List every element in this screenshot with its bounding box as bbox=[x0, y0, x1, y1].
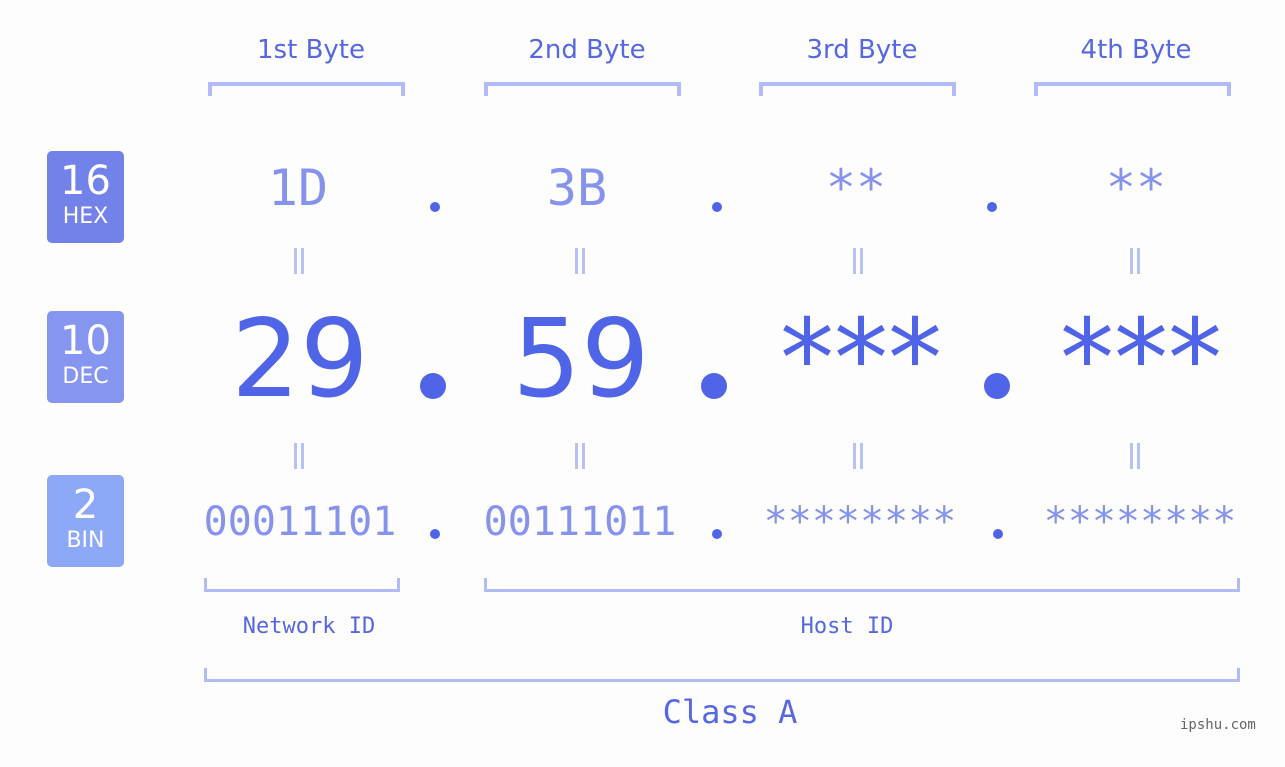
hex-dot-3 bbox=[987, 202, 997, 212]
bin-value-3: ******** bbox=[763, 499, 957, 545]
bin-dot-1 bbox=[430, 529, 440, 539]
byte-bracket-2 bbox=[484, 82, 681, 96]
equals-icon bbox=[1128, 248, 1142, 274]
hex-value-1: 1D bbox=[267, 159, 329, 217]
hex-value-2: 3B bbox=[546, 159, 608, 217]
equals-icon bbox=[292, 443, 306, 469]
dec-value-1: 29 bbox=[231, 297, 369, 422]
network-id-label: Network ID bbox=[242, 614, 376, 639]
dec-value-3: *** bbox=[780, 297, 942, 422]
host-id-label: Host ID bbox=[800, 614, 894, 639]
dec-base-label: DEC bbox=[62, 364, 109, 389]
byte-bracket-3 bbox=[759, 82, 956, 96]
hex-base-number: 16 bbox=[60, 158, 111, 204]
class-bracket bbox=[204, 668, 1240, 682]
byte-header-3: 3rd Byte bbox=[806, 35, 918, 65]
byte-header-1: 1st Byte bbox=[257, 35, 365, 65]
bin-value-2: 00111011 bbox=[483, 499, 677, 545]
byte-bracket-4 bbox=[1034, 82, 1231, 96]
bin-base-label: BIN bbox=[66, 528, 105, 553]
equals-icon bbox=[292, 248, 306, 274]
hex-value-3: ** bbox=[825, 159, 887, 217]
dec-badge: 10 DEC bbox=[47, 311, 124, 403]
equals-icon bbox=[851, 248, 865, 274]
byte-header-4: 4th Byte bbox=[1080, 35, 1192, 65]
equals-icon bbox=[573, 248, 587, 274]
byte-header-2: 2nd Byte bbox=[528, 35, 646, 65]
equals-icon bbox=[573, 443, 587, 469]
bin-base-number: 2 bbox=[72, 482, 99, 528]
equals-icon bbox=[1128, 443, 1142, 469]
watermark: ipshu.com bbox=[1180, 717, 1256, 733]
dec-dot-1 bbox=[420, 373, 446, 399]
hex-badge: 16 HEX bbox=[47, 151, 124, 243]
network-id-bracket bbox=[204, 578, 400, 592]
bin-dot-2 bbox=[712, 529, 722, 539]
hex-dot-2 bbox=[712, 202, 722, 212]
bin-dot-3 bbox=[993, 529, 1003, 539]
dec-value-4: *** bbox=[1060, 297, 1222, 422]
equals-icon bbox=[851, 443, 865, 469]
bin-value-1: 00011101 bbox=[203, 499, 397, 545]
host-id-bracket bbox=[484, 578, 1240, 592]
hex-value-4: ** bbox=[1105, 159, 1167, 217]
hex-dot-1 bbox=[430, 202, 440, 212]
bin-badge: 2 BIN bbox=[47, 475, 124, 567]
byte-bracket-1 bbox=[208, 82, 405, 96]
class-label: Class A bbox=[662, 693, 798, 731]
dec-dot-3 bbox=[984, 373, 1010, 399]
dec-dot-2 bbox=[701, 373, 727, 399]
bin-value-4: ******** bbox=[1043, 499, 1237, 545]
dec-base-number: 10 bbox=[60, 318, 111, 364]
hex-base-label: HEX bbox=[62, 204, 109, 229]
dec-value-2: 59 bbox=[512, 297, 650, 422]
